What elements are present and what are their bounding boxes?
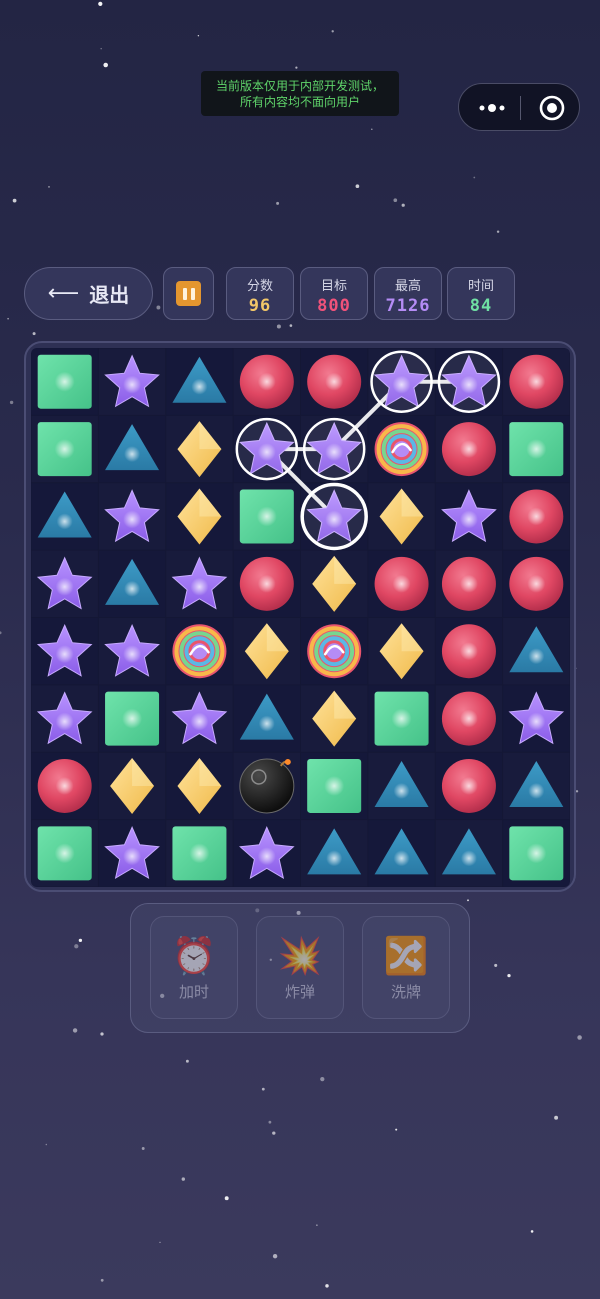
red-circle-piece[interactable] [441,556,496,611]
bomb-button[interactable]: 💥 炸弹 [256,916,344,1019]
score-label: 分数 [246,279,273,294]
red-circle-piece[interactable] [441,422,496,477]
shuffle-label: 洗牌 [390,983,421,1001]
green-square-piece[interactable] [105,691,160,746]
capsule-divider [520,96,521,120]
target-circle-icon[interactable] [539,95,565,121]
green-square-piece[interactable] [307,758,362,813]
red-circle-piece[interactable] [441,624,496,679]
selection-ring [300,482,368,551]
pause-button[interactable] [163,267,214,320]
score-panel: 分数 96 [226,267,294,320]
more-dots-icon[interactable] [477,98,507,118]
target-value: 800 [317,296,351,316]
shuffle-icon: 🔀 [383,936,429,977]
miniprogram-capsule [458,83,580,131]
red-circle-piece[interactable] [239,354,294,409]
red-circle-piece[interactable] [509,489,564,544]
rainbow-candy-piece[interactable] [307,624,362,679]
green-square-piece[interactable] [509,422,564,477]
red-circle-piece[interactable] [441,758,496,813]
green-square-piece[interactable] [509,826,564,881]
target-panel: 目标 800 [300,267,368,320]
red-circle-piece[interactable] [374,556,429,611]
red-circle-piece[interactable] [239,556,294,611]
green-square-piece[interactable] [172,826,227,881]
time-label: 时间 [467,279,494,294]
selection-ring [235,417,299,481]
exit-label: 退出 [89,283,130,307]
time-panel: 时间 84 [447,267,515,320]
board-canvas[interactable] [31,348,570,887]
bomb-label: 炸弹 [284,983,315,1001]
green-square-piece[interactable] [374,691,429,746]
green-square-piece[interactable] [37,826,92,881]
red-circle-piece[interactable] [441,691,496,746]
game-board[interactable] [31,348,570,887]
red-circle-piece[interactable] [509,354,564,409]
dev-notice-line2: 所有内容均不面向用户 [239,94,360,109]
dev-notice-banner: 当前版本仅用于内部开发测试， 所有内容均不面向用户 [201,71,399,116]
exit-button[interactable]: ⟵ 退出 [24,267,153,320]
target-label: 目标 [320,279,347,294]
back-arrow-icon: ⟵ [47,281,80,306]
dev-notice-line1: 当前版本仅用于内部开发测试， [215,78,384,93]
best-score-label: 最高 [394,279,421,294]
best-score-value: 7126 [385,296,431,316]
explosion-icon: 💥 [277,936,323,977]
rainbow-candy-piece[interactable] [172,624,227,679]
add-time-button[interactable]: ⏰ 加时 [150,916,238,1019]
time-value: 84 [469,296,493,316]
shuffle-button[interactable]: 🔀 洗牌 [362,916,450,1019]
green-square-piece[interactable] [239,489,294,544]
rainbow-candy-piece[interactable] [374,422,429,477]
pause-icon [176,281,201,306]
selection-ring [302,417,366,481]
green-square-piece[interactable] [37,354,92,409]
add-time-label: 加时 [178,983,209,1001]
alarm-clock-icon: ⏰ [171,936,217,977]
green-square-piece[interactable] [37,422,92,477]
red-circle-piece[interactable] [509,556,564,611]
red-circle-piece[interactable] [37,758,92,813]
red-circle-piece[interactable] [307,354,362,409]
black-bomb-piece[interactable] [239,758,295,814]
selection-ring [370,350,433,413]
best-score-panel: 最高 7126 [374,267,442,320]
score-value: 96 [248,296,272,316]
selection-ring [437,350,501,413]
